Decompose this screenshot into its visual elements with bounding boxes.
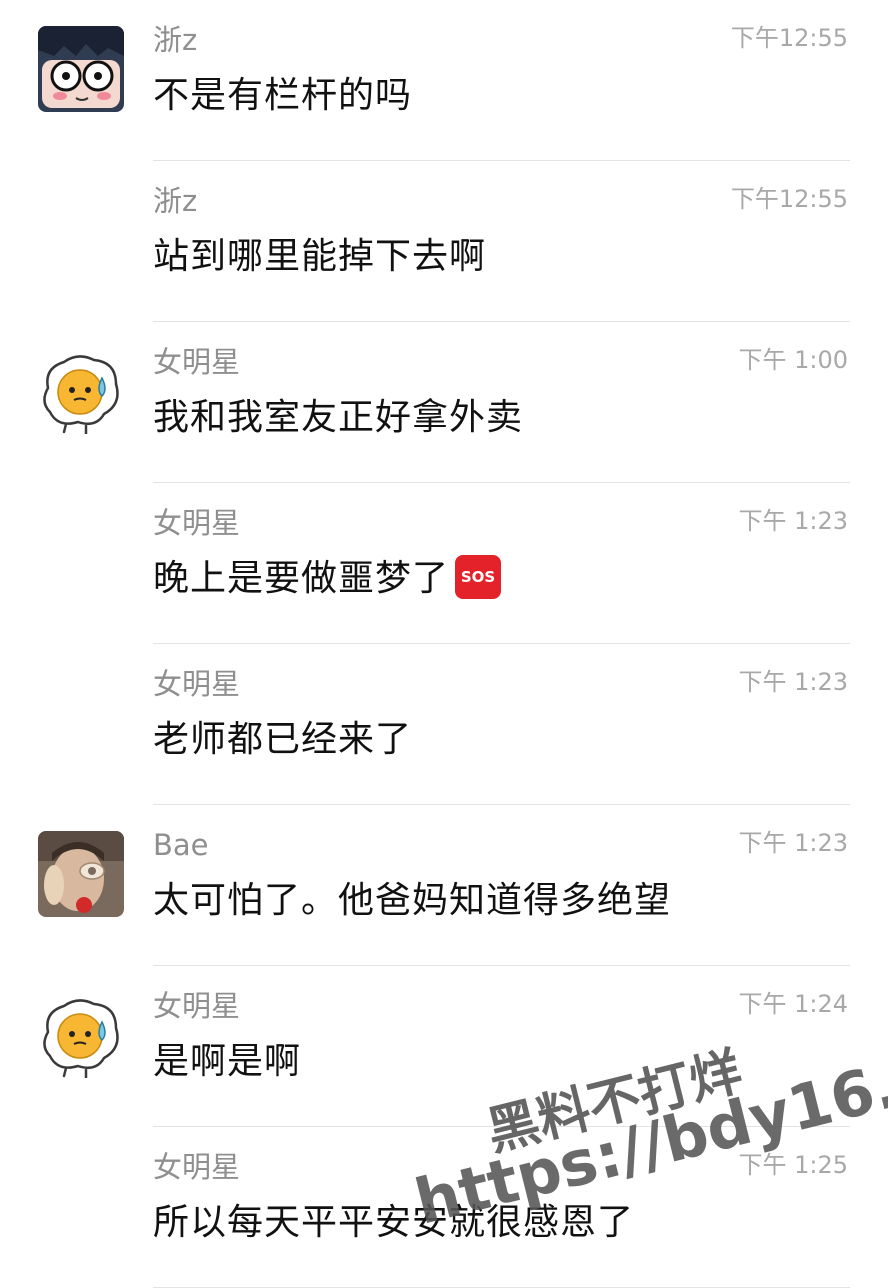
message-text: 太可怕了。他爸妈知道得多绝望 [153,880,672,921]
anime-face-avatar[interactable] [38,26,124,112]
message-time: 下午 1:23 [738,829,848,857]
message-time: 下午12:55 [730,24,848,52]
sender-name: 女明星 [153,989,241,1023]
message-text: 我和我室友正好拿外卖 [153,397,524,438]
message-item[interactable]: 女明星 下午 1:00 我和我室友正好拿外卖 [0,322,888,483]
message-text: 所以每天平平安安就很感恩了 [153,1202,635,1243]
message-time: 下午 1:00 [738,346,848,374]
photo-avatar[interactable] [38,831,124,917]
egg-avatar[interactable] [38,992,124,1078]
message-text: 是啊是啊 [153,1041,302,1082]
message-item[interactable]: 女明星 下午 1:23 老师都已经来了 [0,644,888,805]
sender-name: 女明星 [153,667,241,701]
message-item[interactable]: 浙z 下午12:55 站到哪里能掉下去啊 [0,161,888,322]
message-time: 下午 1:24 [738,990,848,1018]
sos-emoji-icon: SOS [455,555,502,599]
message-text: 老师都已经来了 [153,719,413,760]
message-text: 站到哪里能掉下去啊 [153,236,487,277]
message-time: 下午12:55 [730,185,848,213]
sender-name: Bae [153,828,209,862]
sender-name: 浙z [153,184,198,218]
sender-name: 浙z [153,23,198,57]
sender-name: 女明星 [153,1150,241,1184]
message-item[interactable]: Bae 下午 1:23 太可怕了。他爸妈知道得多绝望 [0,805,888,966]
message-text: 晚上是要做噩梦了 [153,558,450,599]
message-time: 下午 1:23 [738,668,848,696]
message-text: 不是有栏杆的吗 [153,75,413,116]
message-item[interactable]: 浙z 下午12:55 不是有栏杆的吗 [0,0,888,161]
sender-name: 女明星 [153,506,241,540]
message-time: 下午 1:23 [738,507,848,535]
egg-avatar[interactable] [38,348,124,434]
sender-name: 女明星 [153,345,241,379]
message-item[interactable]: 女明星 下午 1:23 晚上是要做噩梦了 SOS [0,483,888,644]
message-text-container: 晚上是要做噩梦了 SOS [153,555,502,601]
